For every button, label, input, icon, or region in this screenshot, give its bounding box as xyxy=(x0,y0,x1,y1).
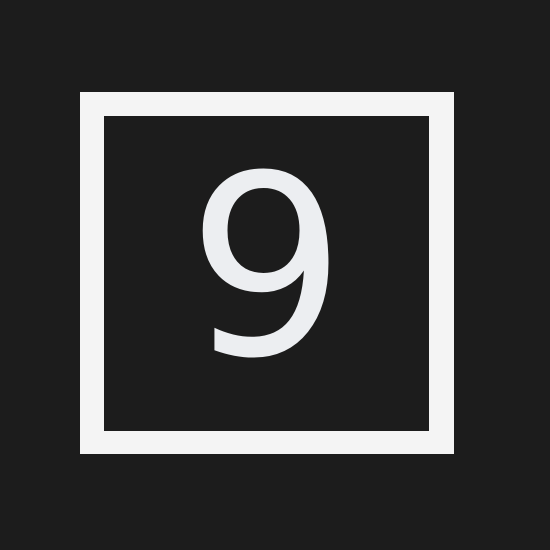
number-tile-9[interactable]: 9 xyxy=(80,92,454,454)
screen: 9 xyxy=(0,0,550,550)
number-tile-inner: 9 xyxy=(104,116,429,431)
number-digit: 9 xyxy=(186,121,347,413)
